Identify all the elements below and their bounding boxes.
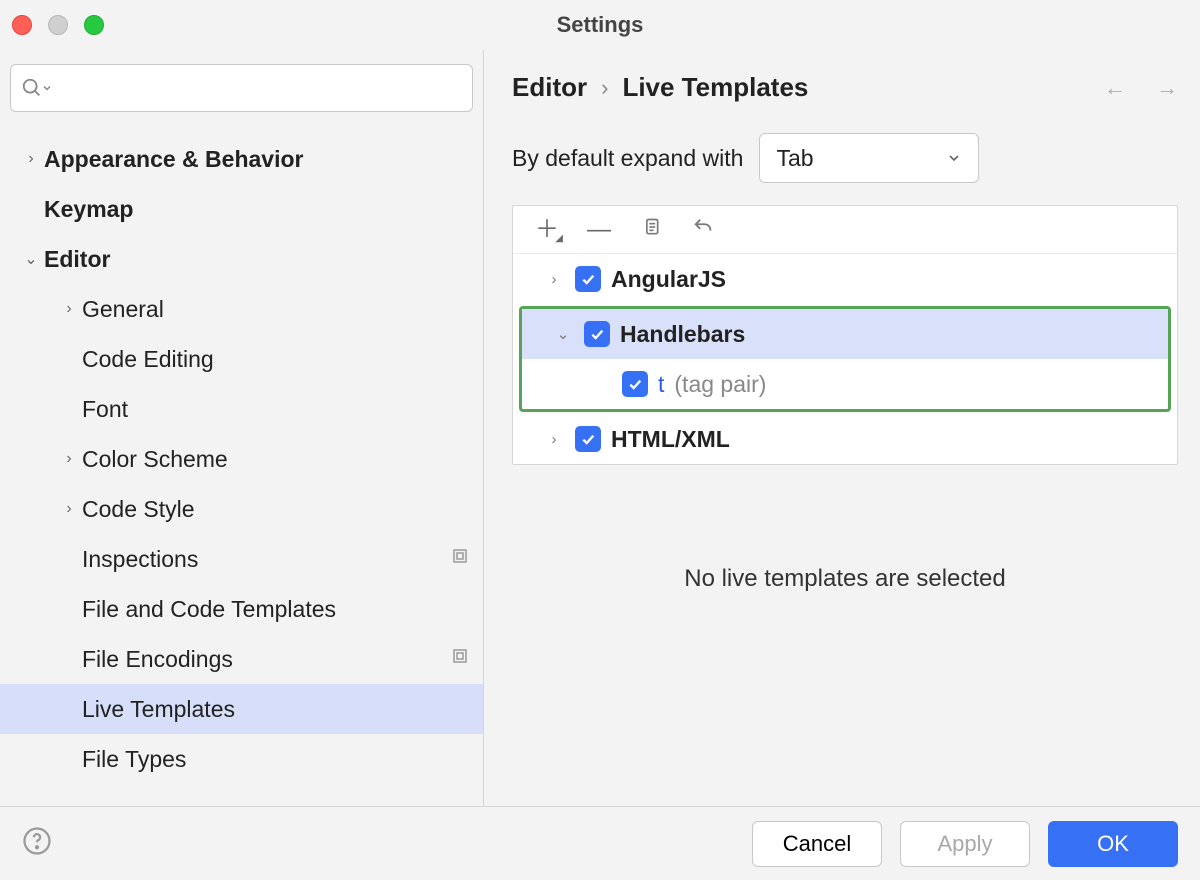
project-scope-icon	[451, 547, 469, 571]
sidebar-item-label: Inspections	[82, 546, 198, 573]
checkbox[interactable]	[584, 321, 610, 347]
sidebar-item-label: Code Editing	[82, 346, 214, 373]
sidebar-item-general[interactable]: ›General	[0, 284, 483, 334]
chevron-right-icon: ›	[18, 150, 44, 168]
chevron-down-icon	[41, 82, 53, 94]
apply-button[interactable]: Apply	[900, 821, 1030, 867]
nav-back-button[interactable]: ←	[1104, 75, 1126, 101]
nav-forward-button[interactable]: →	[1156, 75, 1178, 101]
sidebar-item-label: Code Style	[82, 496, 195, 523]
chevron-right-icon: ›	[56, 300, 82, 318]
sidebar-item-appearance-behavior[interactable]: ›Appearance & Behavior	[0, 134, 483, 184]
chevron-down-icon: ⌄	[18, 249, 44, 269]
chevron-right-icon: ›	[601, 75, 608, 101]
template-group-label: AngularJS	[611, 266, 726, 293]
checkbox[interactable]	[575, 266, 601, 292]
breadcrumb: Editor › Live Templates ← →	[512, 58, 1178, 133]
sidebar-item-font[interactable]: ›Font	[0, 384, 483, 434]
checkbox[interactable]	[622, 371, 648, 397]
sidebar-item-editor[interactable]: ⌄Editor	[0, 234, 483, 284]
sidebar-item-label: Keymap	[44, 196, 133, 223]
template-group-html-xml[interactable]: › HTML/XML	[513, 414, 1177, 464]
sidebar-item-label: Editor	[44, 246, 110, 273]
checkbox[interactable]	[575, 426, 601, 452]
sidebar-item-inspections[interactable]: ›Inspections	[0, 534, 483, 584]
sidebar-item-label: File and Code Templates	[82, 596, 336, 623]
sidebar-item-code-editing[interactable]: ›Code Editing	[0, 334, 483, 384]
sidebar-item-label: File Encodings	[82, 646, 233, 673]
sidebar-item-label: Color Scheme	[82, 446, 228, 473]
expand-with-label: By default expand with	[512, 145, 743, 172]
live-templates-panel: ＋◢ — › AngularJS ⌄ Handlebars t (tag pair) › H…	[512, 205, 1178, 465]
sidebar-item-file-encodings[interactable]: ›File Encodings	[0, 634, 483, 684]
sidebar-item-file-and-code-templates[interactable]: ›File and Code Templates	[0, 584, 483, 634]
chevron-right-icon: ›	[543, 271, 565, 288]
template-item[interactable]: t (tag pair)	[522, 359, 1168, 409]
sidebar-item-label: Font	[82, 396, 128, 423]
add-button[interactable]: ＋◢	[535, 218, 559, 242]
help-button[interactable]	[22, 826, 52, 862]
sidebar-item-color-scheme[interactable]: ›Color Scheme	[0, 434, 483, 484]
sidebar-item-label: General	[82, 296, 164, 323]
empty-selection-message: No live templates are selected	[512, 465, 1178, 693]
template-group-handlebars[interactable]: ⌄ Handlebars	[522, 309, 1168, 359]
sidebar-item-live-templates[interactable]: ›Live Templates	[0, 684, 483, 734]
undo-button[interactable]	[691, 216, 715, 243]
sidebar-item-label: Appearance & Behavior	[44, 146, 303, 173]
settings-sidebar: ›Appearance & Behavior›Keymap⌄Editor›Gen…	[0, 50, 484, 806]
template-group-label: HTML/XML	[611, 426, 730, 453]
chevron-down-icon	[946, 150, 962, 166]
ok-button[interactable]: OK	[1048, 821, 1178, 867]
template-group-label: Handlebars	[620, 321, 745, 348]
project-scope-icon	[451, 647, 469, 671]
search-icon	[21, 77, 43, 99]
template-description: (tag pair)	[674, 371, 766, 398]
cancel-button[interactable]: Cancel	[752, 821, 882, 867]
window-title: Settings	[0, 12, 1200, 38]
chevron-right-icon: ›	[56, 500, 82, 518]
sidebar-item-label: Live Templates	[82, 696, 235, 723]
breadcrumb-leaf: Live Templates	[622, 72, 808, 103]
template-abbrev: t	[658, 371, 664, 398]
sidebar-item-keymap[interactable]: ›Keymap	[0, 184, 483, 234]
remove-button[interactable]: —	[587, 218, 611, 242]
chevron-down-icon: ⌄	[552, 325, 574, 343]
chevron-right-icon: ›	[56, 450, 82, 468]
expand-with-select[interactable]: Tab	[759, 133, 979, 183]
sidebar-item-label: File Types	[82, 746, 186, 773]
template-group-angularjs[interactable]: › AngularJS	[513, 254, 1177, 304]
copy-button[interactable]	[639, 216, 663, 243]
search-input[interactable]	[10, 64, 473, 112]
sidebar-item-code-style[interactable]: ›Code Style	[0, 484, 483, 534]
breadcrumb-root: Editor	[512, 72, 587, 103]
titlebar: Settings	[0, 0, 1200, 50]
chevron-right-icon: ›	[543, 431, 565, 448]
sidebar-item-file-types[interactable]: ›File Types	[0, 734, 483, 784]
